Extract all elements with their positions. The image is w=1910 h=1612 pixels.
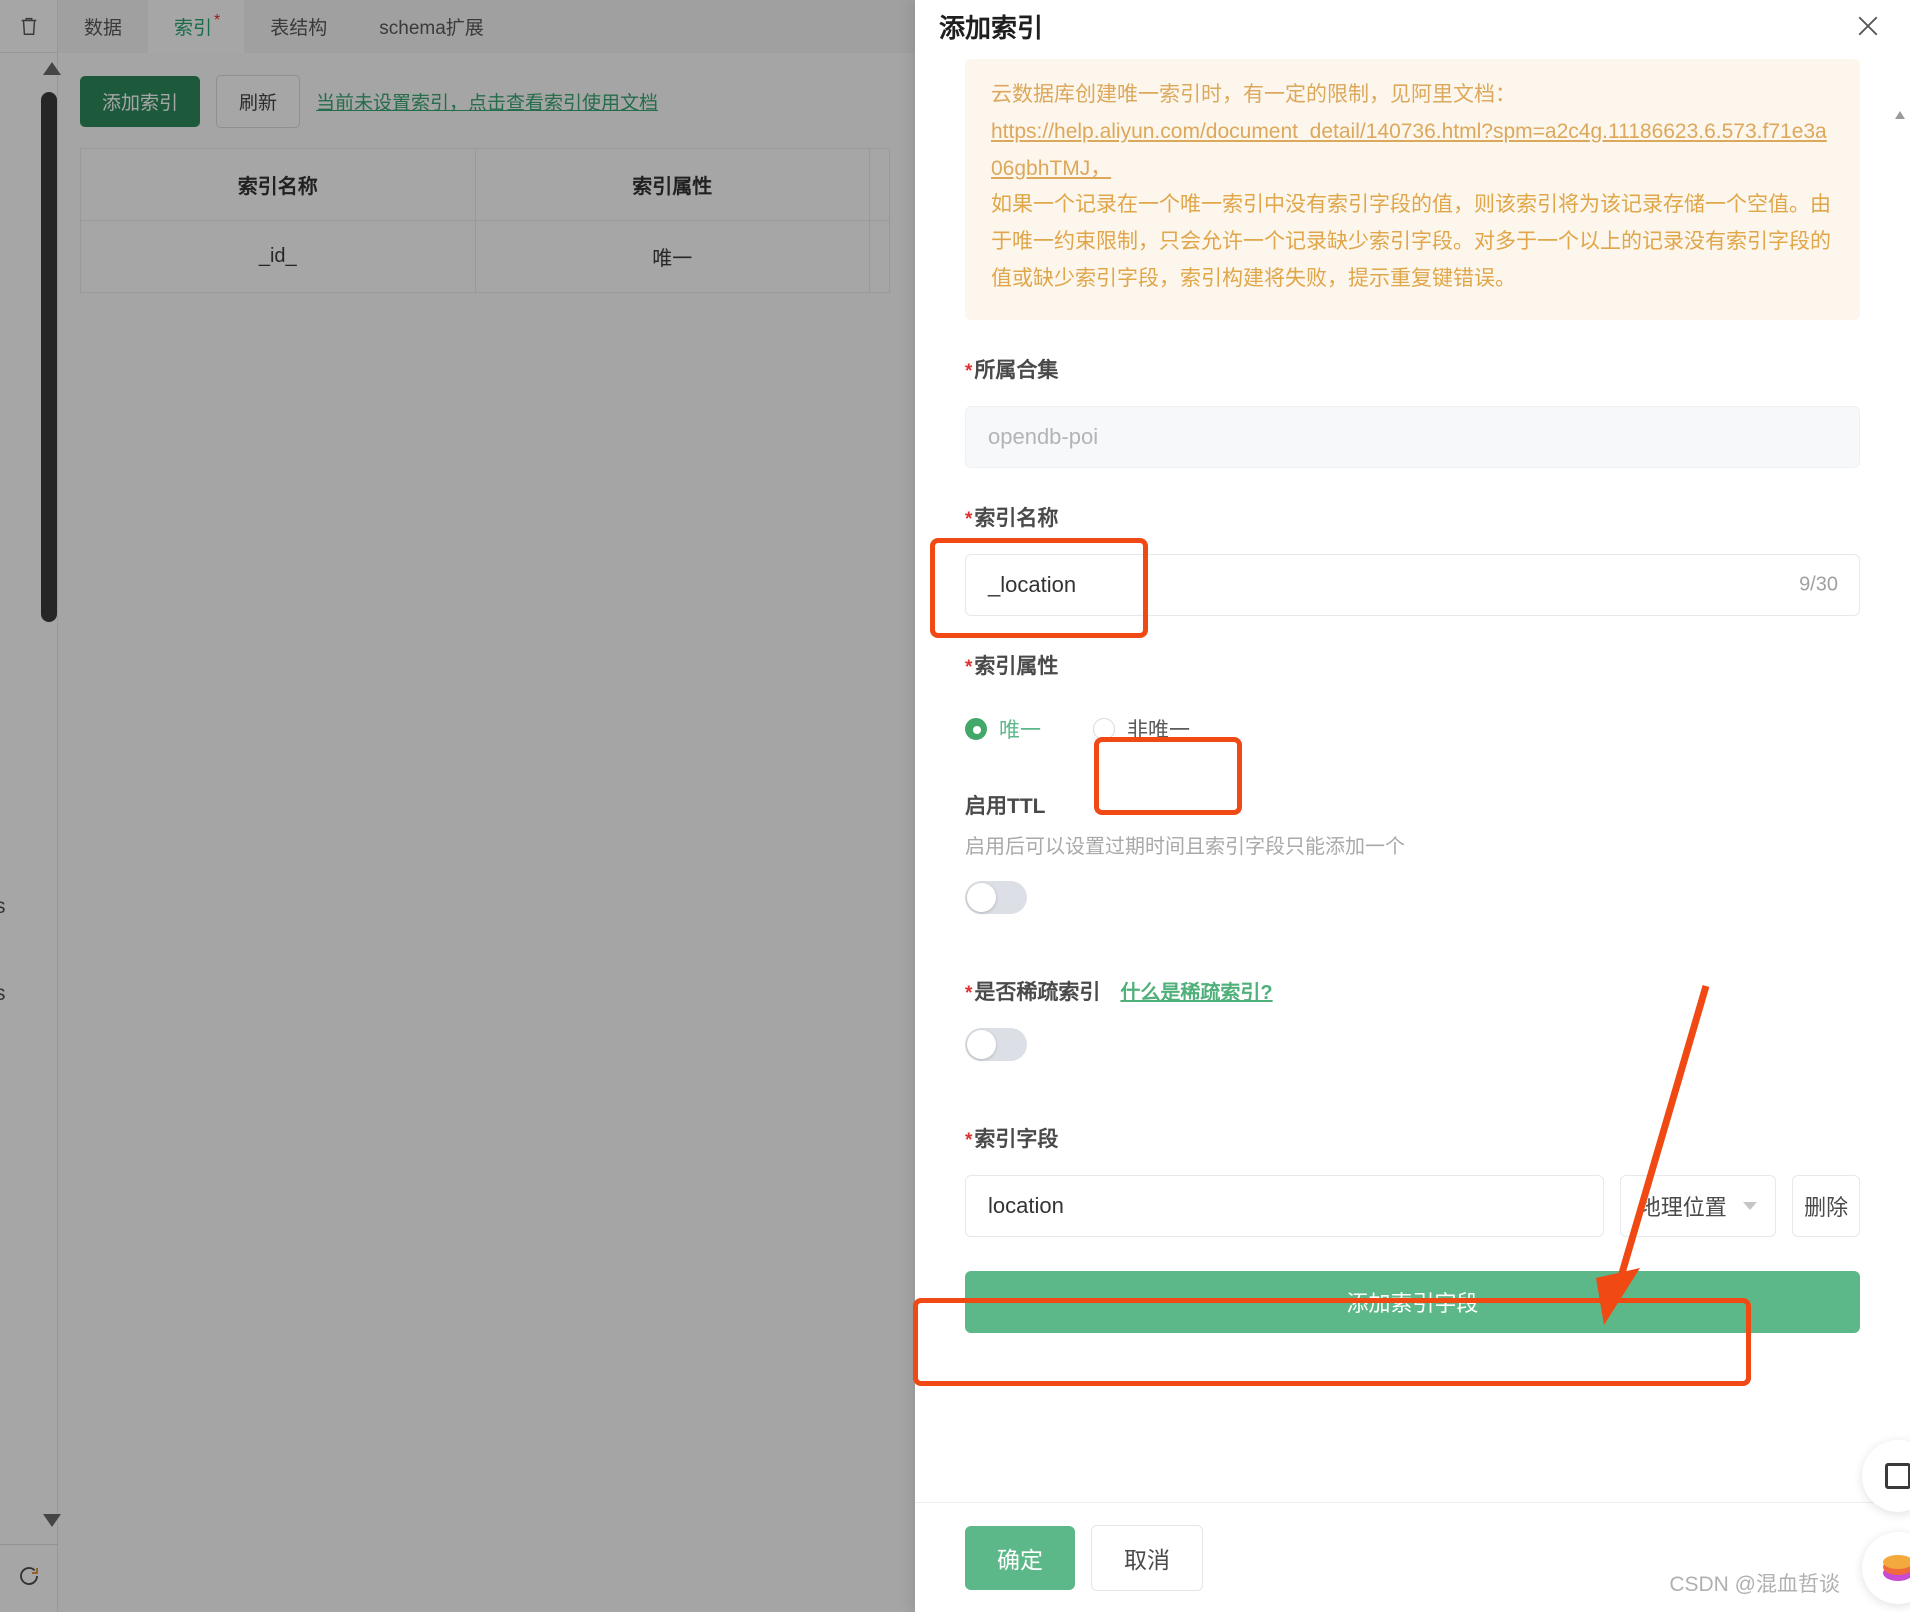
field-index-name: *索引名称 _location 9/30 xyxy=(965,502,1860,616)
ttl-description: 启用后可以设置过期时间且索引字段只能添加一个 xyxy=(965,835,1405,858)
index-field-name-input[interactable]: location xyxy=(965,1174,1604,1237)
label-collection-text: 所属合集 xyxy=(974,358,1059,382)
label-index-fields-text: 索引字段 xyxy=(974,1127,1059,1151)
chevron-down-icon xyxy=(1743,1201,1758,1210)
alert-clipped-line: 云数据库创建唯一索引时，有一定的限制，见阿里文档： xyxy=(991,83,1516,106)
collection-input: opendb-poi xyxy=(965,405,1860,468)
dialog-scrollbar[interactable] xyxy=(1894,111,1906,1502)
radio-unique-dot-icon xyxy=(965,717,987,740)
modal-overlay-dim[interactable] xyxy=(0,0,915,1612)
index-name-value: _location xyxy=(988,571,1077,597)
index-field-name-value: location xyxy=(988,1192,1064,1218)
index-property-radio-group: 唯一 非唯一 xyxy=(965,702,1860,756)
ttl-toggle-knob xyxy=(967,882,996,912)
page-title: 添加索引 xyxy=(939,13,1044,43)
radio-unique-label: 唯一 xyxy=(999,718,1041,742)
field-collection: *所属合集 opendb-poi xyxy=(965,354,1860,468)
radio-non-unique-dot-icon xyxy=(1093,717,1115,740)
label-index-name-text: 索引名称 xyxy=(974,506,1059,530)
label-ttl: 启用TTL xyxy=(965,790,1860,820)
add-index-dialog: 添加索引 云数据库创建唯一索引时，有一定的限制，见阿里文档： https://h… xyxy=(915,0,1910,1612)
dialog-body: 云数据库创建唯一索引时，有一定的限制，见阿里文档： https://help.a… xyxy=(915,53,1910,1502)
ttl-toggle[interactable] xyxy=(965,880,1027,914)
sparse-toggle-knob xyxy=(967,1029,996,1059)
required-asterisk-index-fields: * xyxy=(965,1129,973,1151)
dialog-header: 添加索引 xyxy=(915,0,1910,53)
edge-clipped-text-1: s xyxy=(0,895,6,918)
index-name-wrap: _location 9/30 xyxy=(965,553,1860,616)
index-field-type-select[interactable]: 地理位置 xyxy=(1619,1174,1777,1237)
label-sparse-text: 是否稀疏索引 xyxy=(974,980,1101,1004)
colored-badge-icon xyxy=(1883,1555,1910,1581)
dialog-footer: 确定 取消 CSDN @混血哲谈 xyxy=(915,1502,1910,1612)
field-index-property: *索引属性 唯一 非唯一 xyxy=(965,650,1860,756)
radio-unique[interactable]: 唯一 xyxy=(965,702,1041,756)
label-index-property-text: 索引属性 xyxy=(974,654,1059,678)
radio-non-unique[interactable]: 非唯一 xyxy=(1067,702,1216,756)
label-ttl-text: 启用TTL xyxy=(965,794,1046,818)
dialog-scroll-up-arrow-icon[interactable] xyxy=(1895,111,1905,119)
field-ttl: 启用TTL 启用后可以设置过期时间且索引字段只能添加一个 xyxy=(965,790,1860,914)
add-index-field-button[interactable]: 添加索引字段 xyxy=(965,1270,1860,1333)
alert-paragraph: 如果一个记录在一个唯一索引中没有索引字段的值，则该索引将为该记录存储一个空值。由… xyxy=(991,193,1831,290)
collection-value: opendb-poi xyxy=(988,423,1099,449)
delete-index-field-button[interactable]: 删除 xyxy=(1792,1174,1860,1237)
required-asterisk-collection: * xyxy=(965,360,973,382)
sparse-help-link[interactable]: 什么是稀疏索引? xyxy=(1120,976,1272,1005)
radio-non-unique-label: 非唯一 xyxy=(1127,718,1190,742)
required-asterisk-sparse: * xyxy=(965,982,973,1004)
field-index-fields: *索引字段 location 地理位置 删除 添加索引字段 xyxy=(965,1123,1860,1333)
edge-clipped-text-2: s xyxy=(0,982,6,1005)
square-icon xyxy=(1885,1463,1910,1489)
index-name-input[interactable]: _location xyxy=(965,553,1860,616)
label-index-name: *索引名称 xyxy=(965,502,1860,532)
index-name-counter: 9/30 xyxy=(1799,573,1838,595)
screenshot-root: 数据 索引 * 表结构 schema扩展 添加索引 刷新 当前未设置索引，点击查… xyxy=(0,0,1910,1612)
label-sparse: *是否稀疏索引 什么是稀疏索引? xyxy=(965,976,1860,1006)
cancel-button[interactable]: 取消 xyxy=(1091,1524,1203,1591)
index-field-row: location 地理位置 删除 xyxy=(965,1174,1860,1237)
csdn-watermark: CSDN @混血哲谈 xyxy=(1669,1573,1840,1596)
sparse-toggle[interactable] xyxy=(965,1027,1027,1061)
label-index-property: *索引属性 xyxy=(965,650,1860,680)
required-asterisk-index-property: * xyxy=(965,656,973,678)
close-icon[interactable] xyxy=(1850,8,1886,44)
field-sparse: *是否稀疏索引 什么是稀疏索引? xyxy=(965,976,1860,1061)
index-field-type-value: 地理位置 xyxy=(1638,1194,1727,1220)
confirm-button[interactable]: 确定 xyxy=(965,1525,1075,1590)
label-index-fields: *索引字段 xyxy=(965,1123,1860,1153)
label-collection: *所属合集 xyxy=(965,354,1860,384)
alert-doc-link[interactable]: https://help.aliyun.com/document_detail/… xyxy=(991,120,1827,180)
required-asterisk-index-name: * xyxy=(965,508,973,530)
warning-alert: 云数据库创建唯一索引时，有一定的限制，见阿里文档： https://help.a… xyxy=(965,59,1860,320)
